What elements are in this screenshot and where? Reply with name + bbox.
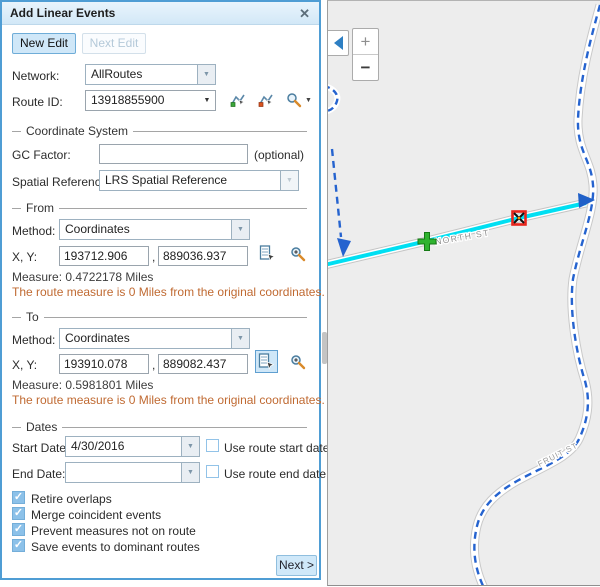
use-route-end-date-checkbox[interactable] [206, 465, 219, 478]
zoom-dropdown-caret-icon[interactable]: ▼ [305, 97, 312, 104]
end-date-label: End Date: [12, 467, 65, 481]
merge-coincident-events-label: Merge coincident events [31, 508, 161, 522]
start-date-select[interactable]: 4/30/2016 ▼ [65, 436, 200, 457]
chevron-down-icon[interactable]: ▼ [199, 91, 215, 110]
chevron-down-icon[interactable]: ▼ [231, 220, 249, 239]
zoom-to-to-point-icon[interactable] [290, 354, 306, 375]
xy-separator: , [152, 358, 155, 372]
section-coordinate-system: Coordinate System [12, 124, 307, 138]
close-icon[interactable]: ✕ [299, 6, 310, 22]
from-measure-warning: The route measure is 0 Miles from the or… [12, 285, 325, 299]
from-measure-text: Measure: 0.4722178 Miles [12, 270, 153, 284]
to-measure-warning: The route measure is 0 Miles from the or… [12, 393, 325, 407]
chevron-down-icon[interactable]: ▼ [181, 463, 199, 482]
retire-overlaps-checkbox[interactable]: ✓ [12, 491, 25, 504]
merge-coincident-events-checkbox[interactable]: ✓ [12, 507, 25, 520]
section-from: From [12, 201, 307, 215]
to-measure-text: Measure: 0.5981801 Miles [12, 378, 153, 392]
chevron-down-icon[interactable]: ▼ [231, 329, 249, 348]
select-route-start-tool-icon[interactable] [230, 92, 246, 113]
route-id-label: Route ID: [12, 95, 63, 109]
side-route-dashed-line [332, 149, 341, 237]
use-route-start-date-label: Use route start date [224, 441, 329, 455]
start-date-label: Start Date: [12, 441, 69, 455]
section-title: Dates [26, 420, 57, 434]
chevron-down-icon[interactable]: ▼ [197, 65, 215, 84]
to-x-input[interactable] [59, 354, 149, 374]
network-label: Network: [12, 69, 59, 83]
check-icon: ✓ [14, 508, 23, 519]
to-method-label: Method: [12, 333, 55, 347]
gc-factor-optional-hint: (optional) [254, 148, 304, 162]
app-window: Add Linear Events ✕ New Edit Next Edit N… [0, 0, 600, 587]
chevron-down-icon: ▼ [280, 171, 298, 190]
start-date-value: 4/30/2016 [66, 437, 181, 456]
gc-factor-label: GC Factor: [12, 148, 71, 162]
from-method-label: Method: [12, 224, 55, 238]
zoom-in-button[interactable]: + [353, 29, 378, 55]
new-edit-button[interactable]: New Edit [12, 33, 76, 54]
loop-casing [328, 86, 337, 111]
next-button[interactable]: Next > [276, 555, 317, 576]
check-icon: ✓ [14, 492, 23, 503]
network-value: AllRoutes [86, 65, 197, 84]
route-id-combo[interactable]: 13918855900 ▼ [85, 90, 216, 111]
prevent-measures-label: Prevent measures not on route [31, 524, 196, 538]
panel-header: Add Linear Events ✕ [2, 2, 319, 25]
save-events-dominant-checkbox[interactable]: ✓ [12, 539, 25, 552]
chevron-down-icon[interactable]: ▼ [181, 437, 199, 456]
route-direction-arrow-left [337, 238, 351, 257]
to-method-value: Coordinates [60, 329, 231, 348]
retire-overlaps-label: Retire overlaps [31, 492, 112, 506]
to-xy-label: X, Y: [12, 358, 37, 372]
to-method-select[interactable]: Coordinates ▼ [59, 328, 250, 349]
collapse-panel-button[interactable] [328, 30, 349, 56]
use-route-end-date-label: Use route end date [224, 467, 326, 481]
from-xy-label: X, Y: [12, 250, 37, 264]
gc-factor-input[interactable] [99, 144, 248, 164]
next-edit-button[interactable]: Next Edit [82, 33, 146, 54]
spatial-reference-value: LRS Spatial Reference [100, 171, 280, 190]
save-events-dominant-label: Save events to dominant routes [31, 540, 200, 554]
end-date-value [66, 463, 181, 482]
section-title: From [26, 201, 54, 215]
panel-title: Add Linear Events [2, 6, 115, 20]
to-y-input[interactable] [158, 354, 248, 374]
section-title: Coordinate System [26, 124, 128, 138]
use-route-start-date-checkbox[interactable] [206, 439, 219, 452]
chevron-left-icon [334, 36, 343, 50]
spatial-reference-select[interactable]: LRS Spatial Reference ▼ [99, 170, 299, 191]
check-icon: ✓ [14, 540, 23, 551]
zoom-to-from-point-icon[interactable] [290, 246, 306, 267]
pick-from-coordinates-on-map-icon[interactable] [259, 245, 276, 267]
from-method-value: Coordinates [60, 220, 231, 239]
map-graphics: NORTH ST FRUIT ST [328, 1, 600, 586]
route-id-value: 13918855900 [86, 91, 199, 110]
xy-separator: , [152, 250, 155, 264]
check-icon: ✓ [14, 524, 23, 535]
from-x-input[interactable] [59, 246, 149, 266]
zoom-out-button[interactable]: − [353, 55, 378, 81]
select-route-end-tool-icon[interactable] [258, 92, 274, 113]
from-y-input[interactable] [158, 246, 248, 266]
zoom-to-route-icon[interactable] [286, 92, 302, 113]
network-select[interactable]: AllRoutes ▼ [85, 64, 216, 85]
section-title: To [26, 310, 39, 324]
pick-to-coordinates-on-map-icon[interactable] [255, 350, 278, 373]
end-date-select[interactable]: ▼ [65, 462, 200, 483]
section-dates: Dates [12, 420, 307, 434]
add-linear-events-panel: Add Linear Events ✕ New Edit Next Edit N… [0, 0, 321, 580]
map-canvas[interactable]: NORTH ST FRUIT ST + − [327, 0, 600, 586]
prevent-measures-checkbox[interactable]: ✓ [12, 523, 25, 536]
spatial-reference-label: Spatial Reference: [12, 175, 111, 189]
section-to: To [12, 310, 307, 324]
from-method-select[interactable]: Coordinates ▼ [59, 219, 250, 240]
map-zoom-control: + − [352, 28, 379, 81]
